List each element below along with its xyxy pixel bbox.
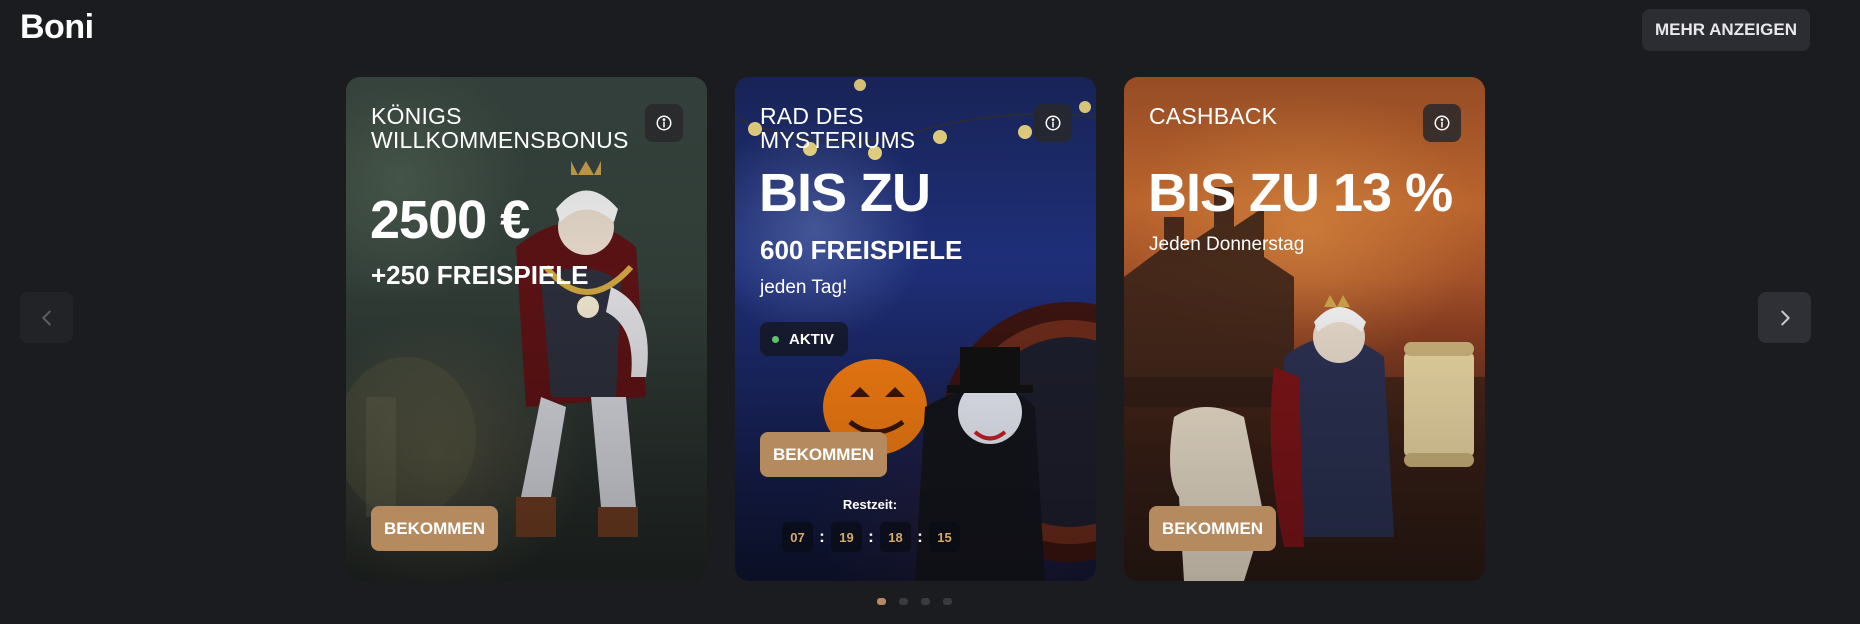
card-subtitle: 600 FREISPIELE bbox=[760, 235, 963, 265]
countdown-timer: 07 : 19 : 18 : 15 bbox=[782, 522, 960, 552]
carousel-dot[interactable] bbox=[921, 598, 930, 605]
show-more-button[interactable]: MEHR ANZEIGEN bbox=[1642, 9, 1810, 51]
chevron-right-icon bbox=[1780, 310, 1790, 325]
status-badge: AKTIV bbox=[760, 322, 848, 356]
card-title: CASHBACK bbox=[1149, 103, 1278, 129]
bonus-card-welcome: KÖNIGS WILLKOMMENSBONUS 2500 € +250 FREI… bbox=[346, 77, 707, 581]
card-info-button[interactable] bbox=[1034, 104, 1072, 142]
claim-button[interactable]: BEKOMMEN bbox=[760, 432, 888, 477]
card-note: jeden Tag! bbox=[760, 277, 848, 298]
bonus-card-mystery-wheel: RAD DES MYSTERIUMS BIS ZU 600 FREISPIELE… bbox=[735, 77, 1096, 581]
card-info-button[interactable] bbox=[1423, 104, 1461, 142]
timer-minutes: 18 bbox=[880, 522, 911, 552]
claim-button[interactable]: BEKOMMEN bbox=[371, 506, 499, 551]
bonus-page: Boni MEHR ANZEIGEN KÖNIGS WILLKOMMENSBON… bbox=[0, 0, 1860, 624]
timer-seconds: 15 bbox=[929, 522, 960, 552]
claim-button[interactable]: BEKOMMEN bbox=[1149, 506, 1277, 551]
carousel-prev-button[interactable] bbox=[20, 292, 73, 343]
status-label: AKTIV bbox=[789, 330, 834, 348]
carousel-dot[interactable] bbox=[899, 598, 908, 605]
card-subtitle: +250 FREISPIELE bbox=[371, 260, 589, 290]
carousel-pagination bbox=[877, 598, 952, 605]
info-icon bbox=[1434, 115, 1450, 131]
page-title: Boni bbox=[20, 8, 94, 46]
info-icon bbox=[656, 115, 672, 131]
info-icon bbox=[1045, 115, 1061, 131]
chevron-left-icon bbox=[41, 310, 51, 325]
card-title: RAD DES MYSTERIUMS bbox=[760, 103, 916, 153]
status-dot-icon bbox=[772, 335, 779, 343]
card-amount: 2500 € bbox=[370, 190, 530, 250]
card-amount: BIS ZU 13 % bbox=[1148, 163, 1453, 223]
timer-days: 07 bbox=[782, 522, 813, 552]
card-note: Jeden Donnerstag bbox=[1149, 234, 1305, 255]
carousel-dot[interactable] bbox=[943, 598, 952, 605]
carousel-dot[interactable] bbox=[877, 598, 886, 605]
card-info-button[interactable] bbox=[645, 104, 683, 142]
carousel-next-button[interactable] bbox=[1758, 292, 1811, 343]
bonus-card-cashback: CASHBACK BIS ZU 13 % Jeden Donnerstag BE… bbox=[1124, 77, 1485, 581]
card-amount: BIS ZU bbox=[759, 163, 931, 223]
timer-hours: 19 bbox=[831, 522, 862, 552]
card-title: KÖNIGS WILLKOMMENSBONUS bbox=[371, 103, 629, 153]
timer-label: Restzeit: bbox=[842, 497, 898, 512]
